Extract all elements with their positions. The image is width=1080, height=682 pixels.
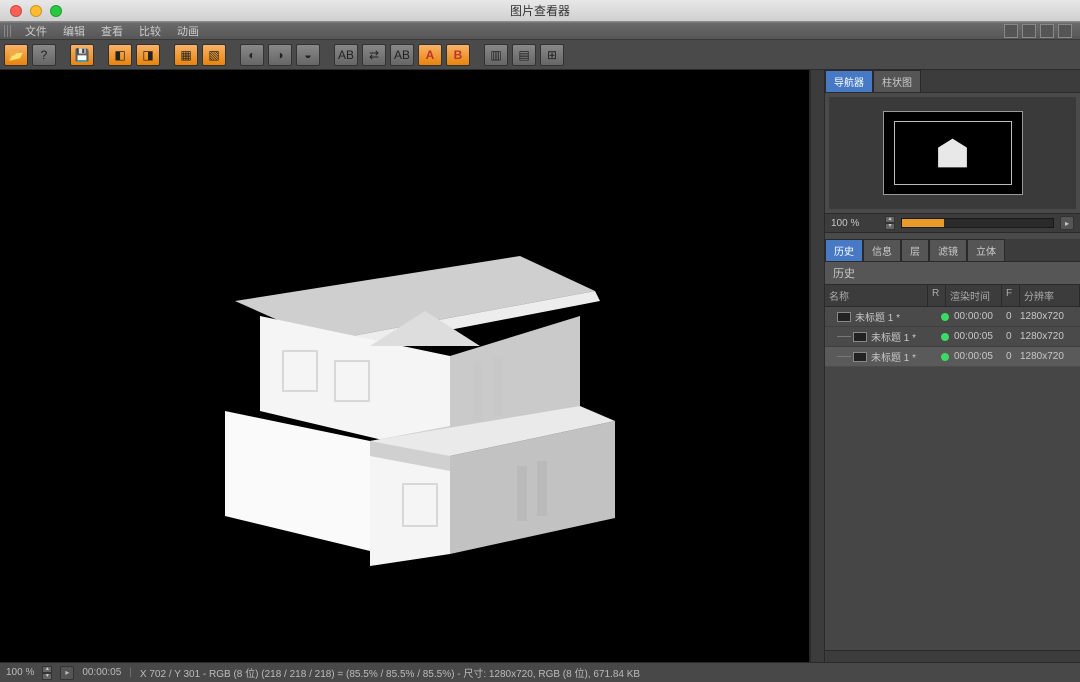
status-dot-icon	[941, 353, 949, 361]
status-zoom-down[interactable]: ▾	[42, 673, 52, 680]
menubar: 文件 编辑 查看 比较 动画	[0, 22, 1080, 40]
save-button[interactable]: 💾	[70, 44, 94, 66]
row-res: 1280x720	[1020, 311, 1080, 322]
tool-j-button[interactable]: ⊞	[540, 44, 564, 66]
row-name: 未标题 1 *	[871, 329, 936, 344]
col-f[interactable]: F	[1002, 285, 1020, 306]
tool-i-button[interactable]: ▤	[512, 44, 536, 66]
sidebar: 导航器 柱状图 100 % ▴ ▾ ▸ 历史 信息 层 滤镜 立体 历史 名称 …	[824, 70, 1080, 662]
history-row[interactable]: 未标题 1 * 00:00:05 0 1280x720	[825, 347, 1080, 367]
tab-info[interactable]: 信息	[863, 239, 901, 261]
row-f: 0	[1006, 331, 1020, 342]
row-name: 未标题 1 *	[855, 309, 936, 324]
history-section-title: 历史	[825, 262, 1080, 285]
ab-split-button[interactable]: AB	[390, 44, 414, 66]
menu-file[interactable]: 文件	[18, 23, 54, 39]
status-dot-icon	[941, 333, 949, 341]
tool-f-button[interactable]: ◑	[268, 44, 292, 66]
navigator-preview[interactable]	[829, 97, 1076, 209]
tool-e-button[interactable]: ◐	[240, 44, 264, 66]
status-info: X 702 / Y 301 - RGB (8 位) (218 / 218 / 2…	[140, 665, 640, 680]
tool-b-button[interactable]: ◨	[136, 44, 160, 66]
status-dot-icon	[941, 313, 949, 321]
zoom-down-button[interactable]: ▾	[885, 223, 895, 230]
tool-d-button[interactable]: ▧	[202, 44, 226, 66]
channel-b-button[interactable]: B	[446, 44, 470, 66]
history-row[interactable]: 未标题 1 * 00:00:05 0 1280x720	[825, 327, 1080, 347]
status-time: 00:00:05	[82, 667, 121, 678]
col-r[interactable]: R	[928, 285, 946, 306]
menu-anim[interactable]: 动画	[170, 23, 206, 39]
row-res: 1280x720	[1020, 331, 1080, 342]
zoom-value[interactable]: 100 %	[831, 218, 879, 229]
window-title: 图片查看器	[0, 2, 1080, 19]
status-zoom-up[interactable]: ▴	[42, 666, 52, 673]
row-thumb-icon	[837, 312, 851, 322]
play-button[interactable]: ▸	[60, 666, 74, 680]
navigator-thumbnail	[929, 135, 977, 171]
tab-navigator[interactable]: 导航器	[825, 70, 873, 92]
ab-swap-button[interactable]: ⇄	[362, 44, 386, 66]
row-time: 00:00:05	[954, 351, 1006, 362]
help-button[interactable]: ?	[32, 44, 56, 66]
col-render-time[interactable]: 渲染时间	[946, 285, 1002, 306]
zoom-up-button[interactable]: ▴	[885, 216, 895, 223]
row-thumb-icon	[853, 332, 867, 342]
ab-toggle-button[interactable]: AB	[334, 44, 358, 66]
row-time: 00:00:05	[954, 331, 1006, 342]
status-zoom[interactable]: 100 %	[6, 667, 34, 678]
row-f: 0	[1006, 351, 1020, 362]
tab-stereo[interactable]: 立体	[967, 239, 1005, 261]
sidebar-hscroll[interactable]	[825, 650, 1080, 662]
tool-a-button[interactable]: ◧	[108, 44, 132, 66]
menu-compare[interactable]: 比较	[132, 23, 168, 39]
row-thumb-icon	[853, 352, 867, 362]
tab-filter[interactable]: 滤镜	[929, 239, 967, 261]
expand-icon[interactable]	[1022, 24, 1036, 38]
viewport-scrollbar[interactable]	[810, 70, 824, 662]
toolbar: 📂 ? 💾 ◧ ◨ ▦ ▧ ◐ ◑ ◒ AB ⇄ AB A B ▥ ▤ ⊞	[0, 40, 1080, 70]
history-header: 名称 R 渲染时间 F 分辨率	[825, 285, 1080, 307]
statusbar: 100 % ▴ ▾ ▸ 00:00:05 | X 702 / Y 301 - R…	[0, 662, 1080, 682]
open-button[interactable]: 📂	[4, 44, 28, 66]
row-name: 未标题 1 *	[871, 349, 936, 364]
history-row[interactable]: 未标题 1 * 00:00:00 0 1280x720	[825, 307, 1080, 327]
viewport[interactable]	[0, 70, 810, 662]
menu-icon[interactable]	[1058, 24, 1072, 38]
move-icon[interactable]	[1040, 24, 1054, 38]
zoom-fit-button[interactable]: ▸	[1060, 216, 1074, 230]
rendered-image	[125, 156, 685, 576]
grip-icon[interactable]	[4, 25, 12, 37]
col-name[interactable]: 名称	[825, 285, 928, 306]
row-f: 0	[1006, 311, 1020, 322]
row-time: 00:00:00	[954, 311, 1006, 322]
tab-history[interactable]: 历史	[825, 239, 863, 261]
row-res: 1280x720	[1020, 351, 1080, 362]
menu-edit[interactable]: 编辑	[56, 23, 92, 39]
tool-g-button[interactable]: ◒	[296, 44, 320, 66]
tool-c-button[interactable]: ▦	[174, 44, 198, 66]
tab-layer[interactable]: 层	[901, 239, 929, 261]
titlebar: 图片查看器	[0, 0, 1080, 22]
channel-a-button[interactable]: A	[418, 44, 442, 66]
tool-h-button[interactable]: ▥	[484, 44, 508, 66]
menu-view[interactable]: 查看	[94, 23, 130, 39]
col-resolution[interactable]: 分辨率	[1020, 285, 1080, 306]
tab-histogram[interactable]: 柱状图	[873, 70, 921, 92]
layout-icon[interactable]	[1004, 24, 1018, 38]
zoom-slider[interactable]	[901, 218, 1054, 228]
